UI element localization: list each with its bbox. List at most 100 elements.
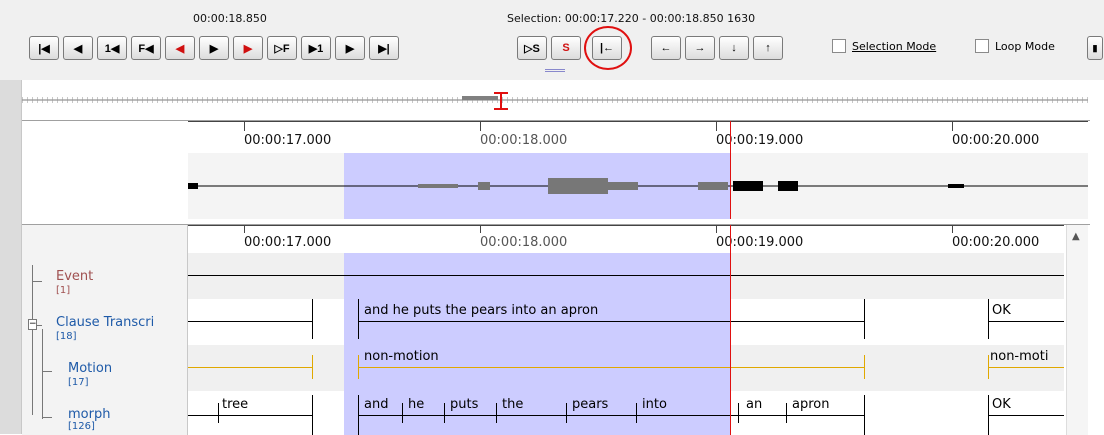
playhead-cursor[interactable] — [730, 121, 731, 219]
previous-pixel-button[interactable]: ◀ — [165, 36, 195, 60]
ruler-label: 00:00:17.000 — [244, 133, 332, 148]
tier-count-morph: [126] — [68, 421, 95, 432]
ruler-label: 00:00:18.000 — [480, 133, 568, 148]
more-controls-button[interactable]: ▮ — [1087, 36, 1103, 60]
one-second-forward-button[interactable]: ▶1 — [301, 36, 331, 60]
annotation-ruler — [188, 225, 1064, 226]
tier-name-morph[interactable]: morph — [68, 407, 110, 422]
waveform-ruler — [188, 121, 1088, 122]
tier-name-event[interactable]: Event — [56, 269, 93, 284]
annotation-boundary — [636, 403, 637, 423]
active-tier-up-button[interactable]: ↑ — [753, 36, 783, 60]
ruler-tick — [480, 225, 481, 233]
clause-annotation[interactable] — [188, 321, 312, 322]
annotation-boundary — [496, 403, 497, 423]
highlight-circle-annotation — [584, 26, 632, 70]
ruler-label: 00:00:20.000 — [952, 133, 1040, 148]
selection-label: Selection: 00:00:17.220 - 00:00:18.850 1… — [507, 12, 756, 25]
motion-annotation[interactable] — [188, 367, 312, 368]
morph-annotation-text: into — [642, 397, 667, 412]
one-second-back-button[interactable]: 1◀ — [97, 36, 127, 60]
clause-annotation-text: OK — [992, 303, 1011, 318]
next-pixel-button[interactable]: ▶ — [233, 36, 263, 60]
morph-annotation-text: he — [408, 397, 425, 412]
annotation-boundary — [358, 299, 359, 339]
annotation-boundary — [402, 403, 403, 423]
annotation-grid[interactable]: 00:00:17.000 00:00:18.000 00:00:19.000 0… — [22, 224, 1090, 435]
waveform-viewer[interactable]: 00:00:17.000 00:00:18.000 00:00:19.000 0… — [22, 120, 1090, 219]
play-selection-button[interactable]: ▷S — [517, 36, 547, 60]
f-back-button[interactable]: F◀ — [131, 36, 161, 60]
timeline-overview-strip[interactable] — [22, 92, 1088, 110]
tier-tree-line — [32, 281, 42, 282]
annotation-boundary — [738, 403, 739, 423]
tier-tree-line — [32, 265, 33, 415]
clear-selection-button[interactable]: S — [551, 36, 581, 60]
f-forward-button[interactable]: ▷F — [267, 36, 297, 60]
tier-tree-line — [42, 371, 52, 372]
vertical-scrollbar[interactable]: ▲ — [1066, 225, 1088, 435]
ruler-tick — [244, 121, 245, 131]
morph-annotation-text: apron — [792, 397, 830, 412]
morph-annotation-text: puts — [450, 397, 479, 412]
go-to-end-button[interactable]: ▶| — [369, 36, 399, 60]
panel-splitter-handle[interactable] — [545, 69, 565, 72]
media-control-bar: 00:00:18.850 Selection: 00:00:17.220 - 0… — [0, 0, 1104, 80]
loop-mode-label: Loop Mode — [995, 40, 1055, 53]
active-annotation-left-button[interactable]: ← — [651, 36, 681, 60]
ruler-tick — [716, 121, 717, 131]
ruler-tick — [952, 121, 953, 131]
active-tier-down-button[interactable]: ↓ — [719, 36, 749, 60]
overview-segments — [22, 97, 1088, 103]
tier-name-clause[interactable]: Clause Transcri — [56, 315, 154, 330]
morph-annotation-text: and — [364, 397, 389, 412]
overview-cursor[interactable] — [494, 92, 508, 110]
ruler-tick — [716, 225, 717, 233]
current-time-label: 00:00:18.850 — [193, 12, 267, 25]
previous-frame-button[interactable]: ◀ — [63, 36, 93, 60]
scroll-up-icon[interactable]: ▲ — [1072, 231, 1080, 242]
tier-name-panel — [22, 225, 188, 435]
annotation-boundary — [444, 403, 445, 423]
ruler-label: 00:00:18.000 — [480, 235, 568, 250]
tier-count-clause: [18] — [56, 331, 77, 342]
annotation-boundary — [312, 355, 313, 379]
tier-count-motion: [17] — [68, 377, 89, 388]
morph-annotation[interactable] — [988, 415, 1064, 416]
selection-mode-checkbox[interactable] — [832, 39, 846, 53]
play-button[interactable]: ▶ — [199, 36, 229, 60]
event-annotation[interactable] — [188, 275, 1064, 276]
tier-count-event: [1] — [56, 285, 71, 296]
annotation-boundary — [864, 395, 865, 435]
morph-annotation-text: tree — [222, 397, 249, 412]
morph-annotation-text: the — [502, 397, 524, 412]
annotation-boundary — [312, 395, 313, 435]
active-annotation-right-button[interactable]: → — [685, 36, 715, 60]
tier-tree-line — [42, 329, 43, 419]
morph-annotation-text: pears — [572, 397, 609, 412]
selection-mode-label: Selection Mode — [852, 40, 937, 53]
clause-annotation[interactable] — [988, 321, 1064, 322]
annotation-boundary — [218, 403, 219, 423]
clause-annotation-text: and he puts the pears into an apron — [364, 303, 599, 318]
annotation-boundary — [864, 355, 865, 379]
playhead-cursor[interactable] — [730, 225, 731, 435]
morph-annotation[interactable] — [188, 415, 312, 416]
morph-annotation-text: OK — [992, 397, 1011, 412]
morph-annotation[interactable] — [358, 415, 864, 416]
overview-selection — [462, 96, 498, 100]
morph-annotation-text: an — [746, 397, 763, 412]
tier-name-motion[interactable]: Motion — [68, 361, 112, 376]
go-to-begin-button[interactable]: |◀ — [29, 36, 59, 60]
annotation-boundary — [786, 403, 787, 423]
annotation-boundary — [988, 299, 989, 339]
next-frame-button[interactable]: ▶ — [335, 36, 365, 60]
motion-annotation[interactable] — [358, 367, 864, 368]
loop-mode-checkbox[interactable] — [975, 39, 989, 53]
ruler-label: 00:00:20.000 — [952, 235, 1040, 250]
clause-annotation[interactable] — [358, 321, 864, 322]
ruler-tick — [244, 225, 245, 233]
motion-annotation-text: non-moti — [990, 349, 1049, 364]
motion-annotation[interactable] — [988, 367, 1064, 368]
collapse-icon[interactable]: − — [28, 319, 37, 330]
